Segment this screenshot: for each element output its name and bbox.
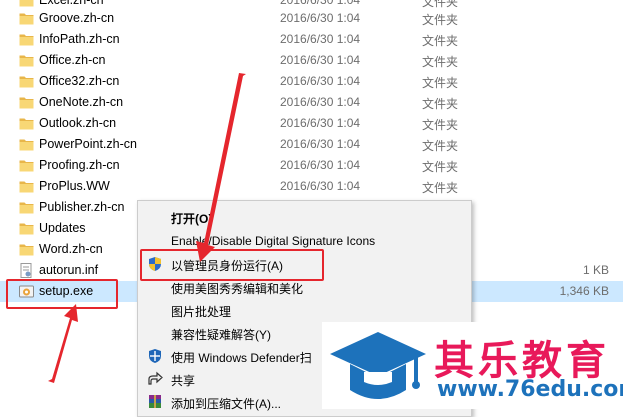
- arrow-to-run-as-admin: [196, 73, 246, 262]
- watermark-url: www.76edu.com: [437, 377, 623, 402]
- watermark: 其乐教育 www.76edu.com: [322, 322, 623, 409]
- graduation-cap-icon: [330, 332, 426, 399]
- arrow-to-setup: [48, 304, 78, 383]
